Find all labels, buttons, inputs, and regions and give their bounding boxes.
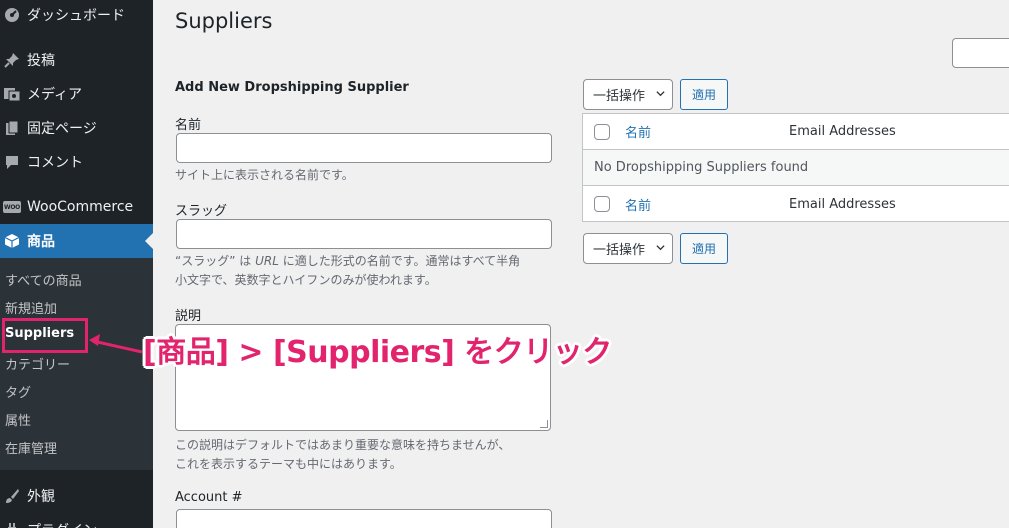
suppliers-table: 名前 Email Addresses No Dropshipping Suppl… <box>582 113 1009 222</box>
account-label: Account # <box>175 490 243 505</box>
form-heading: Add New Dropshipping Supplier <box>175 80 409 95</box>
select-all-checkbox-footer[interactable] <box>594 196 610 212</box>
bulk-action-select-bottom[interactable]: 一括操作 <box>583 233 673 264</box>
column-email-header: Email Addresses <box>789 124 896 139</box>
products-icon <box>0 233 26 249</box>
bulk-action-value: 一括操作 <box>593 89 646 104</box>
submenu-item-attributes[interactable]: 属性 <box>5 410 31 429</box>
dashboard-icon <box>0 7 26 23</box>
plugin-icon <box>0 522 26 528</box>
table-row: No Dropshipping Suppliers found <box>583 150 1009 186</box>
column-email-footer: Email Addresses <box>789 196 896 212</box>
slug-desc-url: URL <box>255 254 279 268</box>
slug-desc-text: “スラッグ” は <box>175 254 256 268</box>
bulk-action-select-top[interactable]: 一括操作 <box>583 79 673 110</box>
annotation-text: [商品] > [Suppliers] をクリック <box>143 335 612 370</box>
column-name-header[interactable]: 名前 <box>625 122 651 141</box>
admin-sidebar: ダッシュボード 投稿 メディア 固定ページ コメント WOO WooCommer… <box>0 0 153 528</box>
media-icon <box>0 86 26 102</box>
annotation-arrow-icon <box>89 334 143 354</box>
sidebar-item-products[interactable]: 商品 <box>0 224 153 258</box>
chevron-down-icon <box>656 245 665 251</box>
description-help: この説明はデフォルトではあまり重要な意味を持ちませんが、 これを表示するテーマも… <box>175 436 555 474</box>
submenu-item-categories[interactable]: カテゴリー <box>5 354 70 373</box>
table-header-row: 名前 Email Addresses <box>583 114 1009 150</box>
submenu-item-all-products[interactable]: すべての商品 <box>5 270 82 289</box>
table-footer-row: 名前 Email Addresses <box>583 186 1009 222</box>
slug-description: “スラッグ” は URL に適した形式の名前です。通常はすべて半角 小文字で、英… <box>175 252 555 290</box>
sidebar-item-media[interactable]: メディア <box>0 77 153 111</box>
column-name-footer[interactable]: 名前 <box>625 195 651 214</box>
sidebar-item-label: メディア <box>27 87 83 103</box>
sidebar-item-comments[interactable]: コメント <box>0 145 153 179</box>
sidebar-item-label: 固定ページ <box>27 121 97 137</box>
slug-desc-text: に適した形式の名前です。通常はすべて半角 <box>278 254 521 268</box>
slug-input[interactable] <box>176 219 552 249</box>
woocommerce-icon: WOO <box>0 201 26 213</box>
name-description: サイト上に表示される名前です。 <box>175 168 354 182</box>
comment-icon <box>0 154 26 170</box>
chevron-down-icon <box>656 91 665 97</box>
desc-help-text: この説明はデフォルトではあまり重要な意味を持ちませんが、 <box>175 438 511 452</box>
sidebar-item-label: 商品 <box>27 234 55 250</box>
description-label: 説明 <box>175 309 202 324</box>
annotation-highlight-box <box>2 318 88 353</box>
sidebar-item-label: WooCommerce <box>27 199 134 215</box>
sidebar-item-woocommerce[interactable]: WOO WooCommerce <box>0 190 153 224</box>
submenu-item-inventory[interactable]: 在庫管理 <box>5 438 57 457</box>
no-items-message: No Dropshipping Suppliers found <box>594 160 809 175</box>
search-input[interactable] <box>952 38 1009 68</box>
select-all-checkbox[interactable] <box>594 123 610 140</box>
sidebar-item-plugins[interactable]: プラグイン <box>0 513 153 528</box>
sidebar-item-dashboard[interactable]: ダッシュボード <box>0 0 153 32</box>
page-title: Suppliers <box>175 9 273 33</box>
account-input[interactable] <box>176 509 552 528</box>
submenu-item-add-new[interactable]: 新規追加 <box>5 298 57 317</box>
pages-icon <box>0 120 26 136</box>
slug-desc-text: 小文字で、英数字とハイフンのみが使われます。 <box>175 273 437 287</box>
sidebar-item-appearance[interactable]: 外観 <box>0 479 153 513</box>
resize-grip-icon[interactable] <box>540 420 548 428</box>
sidebar-item-label: プラグイン <box>27 520 97 528</box>
name-input[interactable] <box>176 133 552 163</box>
sidebar-item-label: 投稿 <box>27 53 55 69</box>
sidebar-item-pages[interactable]: 固定ページ <box>0 111 153 145</box>
apply-button-top[interactable]: 適用 <box>680 79 728 110</box>
sidebar-item-label: コメント <box>27 155 83 171</box>
name-label: 名前 <box>175 118 202 133</box>
desc-help-text: これを表示するテーマも中にはあります。 <box>175 457 402 471</box>
bulk-action-value: 一括操作 <box>593 243 646 258</box>
sidebar-item-posts[interactable]: 投稿 <box>0 43 153 77</box>
sidebar-item-label: 外観 <box>27 489 55 505</box>
products-submenu: すべての商品 新規追加 Suppliers カテゴリー タグ 属性 在庫管理 <box>0 258 153 470</box>
brush-icon <box>0 488 26 504</box>
pin-icon <box>0 52 26 68</box>
sidebar-item-label: ダッシュボード <box>27 8 125 24</box>
submenu-item-tags[interactable]: タグ <box>5 382 31 401</box>
apply-button-bottom[interactable]: 適用 <box>680 233 728 264</box>
slug-label: スラッグ <box>175 204 228 219</box>
